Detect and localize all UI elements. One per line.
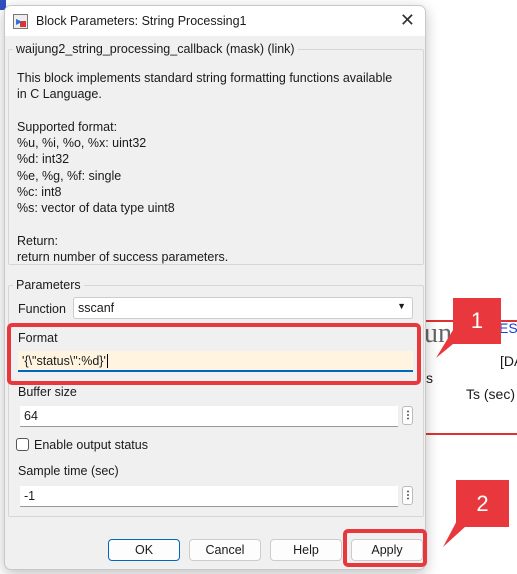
apply-highlight-box (343, 529, 427, 567)
parameters-legend: Parameters (13, 278, 84, 292)
function-value: sscanf (78, 301, 115, 315)
buffer-size-label: Buffer size (18, 385, 77, 399)
close-icon[interactable]: ✕ (400, 10, 415, 31)
block-text: Ts (sec) (466, 386, 515, 402)
function-dropdown[interactable]: sscanf ▼ (73, 297, 413, 319)
block-text: [DA (500, 353, 517, 369)
cancel-button[interactable]: Cancel (189, 539, 261, 561)
mask-description: This block implements standard string fo… (17, 71, 393, 265)
buffer-size-input[interactable]: 64 (20, 406, 398, 427)
callout-2: 2 (456, 480, 509, 527)
mask-title: waijung2_string_processing_callback (mas… (13, 42, 298, 56)
block-border-bottom (426, 433, 517, 435)
more-options-icon[interactable]: ⋮ (402, 406, 413, 425)
chevron-down-icon: ▼ (397, 301, 406, 311)
more-options-icon[interactable]: ⋮ (402, 486, 413, 505)
dialog-title: Block Parameters: String Processing1 (36, 14, 247, 28)
mask-description-group: waijung2_string_processing_callback (mas… (8, 42, 424, 265)
block-link: ES (499, 320, 517, 336)
enable-output-status-label: Enable output status (34, 438, 148, 452)
block-text: s (426, 370, 433, 386)
parameters-group: Parameters (8, 278, 424, 517)
sample-time-input[interactable]: -1 (20, 486, 398, 507)
title-bar: ▶ Block Parameters: String Processing1 ✕ (5, 6, 425, 36)
enable-output-status-checkbox[interactable] (16, 438, 29, 451)
format-highlight-box (7, 323, 421, 385)
callout-1: 1 (453, 298, 501, 344)
function-label: Function (18, 302, 66, 316)
simulink-block-icon: ▶ (13, 13, 28, 29)
help-button[interactable]: Help (270, 539, 342, 561)
block-parameters-dialog: ▶ Block Parameters: String Processing1 ✕… (4, 5, 426, 570)
ok-button[interactable]: OK (108, 539, 180, 561)
sample-time-label: Sample time (sec) (18, 464, 119, 478)
